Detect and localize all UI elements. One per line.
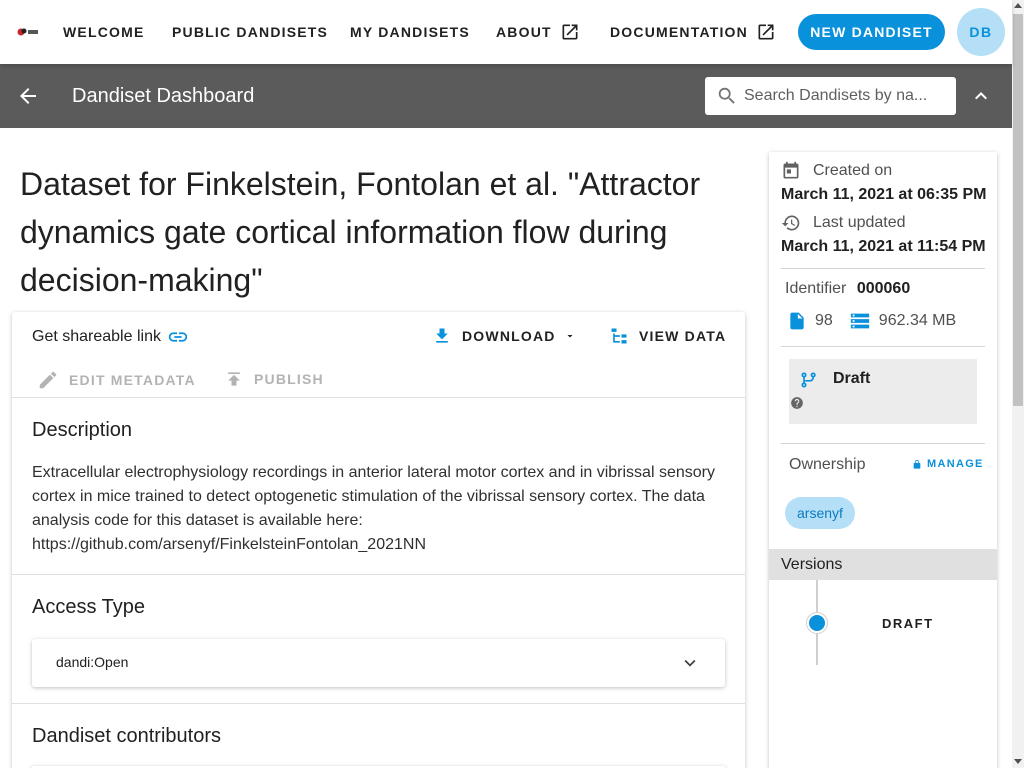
search-input[interactable] xyxy=(744,87,934,105)
nav-about[interactable]: ABOUT xyxy=(496,0,580,64)
updated-label: Last updated xyxy=(813,214,906,231)
nav-documentation[interactable]: DOCUMENTATION xyxy=(610,0,776,64)
top-app-bar: WELCOME PUBLIC DANDISETS MY DANDISETS AB… xyxy=(0,0,1012,64)
updated-row: Last updated xyxy=(781,213,906,233)
history-icon xyxy=(781,215,800,231)
nav-my-dandisets[interactable]: MY DANDISETS xyxy=(350,0,470,64)
version-state-box: Draft xyxy=(789,359,977,424)
contributors-heading: Dandiset contributors xyxy=(32,725,221,747)
access-type-panel[interactable]: dandi:Open xyxy=(32,639,725,687)
stats-row: 98 962.34 MB xyxy=(787,310,956,332)
nav-about-label: ABOUT xyxy=(496,24,552,40)
dandiset-main-card: Get shareable link DOWNLOAD VIEW DATA ED… xyxy=(12,312,745,768)
divider xyxy=(781,443,985,444)
file-icon xyxy=(790,312,804,330)
owner-chip[interactable]: arsenyf xyxy=(785,497,855,529)
created-label: Created on xyxy=(813,162,893,179)
page-scrollbar[interactable] xyxy=(1012,0,1024,768)
description-heading: Description xyxy=(32,419,133,441)
version-state-label: Draft xyxy=(833,370,871,387)
view-data-button[interactable]: VIEW DATA xyxy=(609,326,726,346)
nav-public-dandisets[interactable]: PUBLIC DANDISETS xyxy=(172,0,328,64)
arrow-back-icon[interactable] xyxy=(16,84,40,108)
edit-metadata-label: EDIT METADATA xyxy=(69,372,196,388)
created-date: March 11, 2021 at 06:35 PM xyxy=(781,186,987,203)
nav-documentation-label: DOCUMENTATION xyxy=(610,24,748,40)
publish-icon xyxy=(228,372,240,386)
scroll-down-arrow-icon[interactable] xyxy=(1014,759,1022,764)
ownership-label: Ownership xyxy=(789,456,866,473)
version-timeline-dot[interactable] xyxy=(807,613,827,633)
file-tree-icon xyxy=(611,328,627,344)
scroll-up-arrow-icon[interactable] xyxy=(1014,3,1022,8)
search-box[interactable] xyxy=(705,77,956,115)
help-circle-icon[interactable] xyxy=(790,396,804,410)
dandiset-meta-sidebar: Created on March 11, 2021 at 06:35 PM La… xyxy=(769,152,997,768)
download-icon xyxy=(436,328,448,343)
search-icon xyxy=(718,87,735,104)
edit-metadata-button[interactable]: EDIT METADATA xyxy=(37,369,196,391)
calendar-icon xyxy=(783,161,799,179)
manage-owners-button[interactable]: MANAGE xyxy=(912,458,984,470)
identifier-row: Identifier 000060 xyxy=(785,280,910,298)
new-dandiset-button[interactable]: NEW DANDISET xyxy=(798,14,945,50)
file-count: 98 xyxy=(815,312,833,329)
storage-icon xyxy=(850,313,869,329)
dashboard-title: Dandiset Dashboard xyxy=(72,85,255,107)
identifier-value: 000060 xyxy=(856,280,911,297)
divider xyxy=(12,574,745,575)
description-text: Extracellular electrophysiology recordin… xyxy=(32,464,715,553)
publish-button[interactable]: PUBLISH xyxy=(224,369,324,389)
divider xyxy=(781,268,985,269)
manage-label: MANAGE xyxy=(927,458,984,470)
pencil-icon xyxy=(39,371,57,389)
nav-welcome[interactable]: WELCOME xyxy=(63,0,145,64)
download-button[interactable]: DOWNLOAD xyxy=(432,326,576,346)
dandi-logo-icon[interactable] xyxy=(17,27,39,37)
shareable-link-button[interactable]: Get shareable link xyxy=(32,326,189,348)
shareable-link-label: Get shareable link xyxy=(32,328,161,345)
scrollbar-thumb[interactable] xyxy=(1013,14,1023,406)
divider xyxy=(12,703,745,704)
user-avatar[interactable]: DB xyxy=(957,8,1005,56)
source-branch-icon xyxy=(801,372,816,388)
divider xyxy=(781,346,985,347)
chevron-down-icon[interactable] xyxy=(679,652,701,674)
version-draft-button[interactable]: DRAFT xyxy=(882,616,934,631)
divider xyxy=(12,397,745,398)
lock-icon xyxy=(913,459,921,469)
external-link-icon xyxy=(562,24,578,40)
view-data-label: VIEW DATA xyxy=(639,328,727,344)
versions-header: Versions xyxy=(769,549,997,580)
dandiset-title: Dataset for Finkelstein, Fontolan et al.… xyxy=(20,166,701,298)
download-label: DOWNLOAD xyxy=(462,328,556,344)
chevron-up-icon[interactable] xyxy=(969,84,993,108)
created-row: Created on xyxy=(781,161,892,181)
external-link-icon xyxy=(758,24,774,40)
link-icon xyxy=(168,332,188,342)
identifier-label: Identifier xyxy=(785,280,847,297)
access-type-value: dandi:Open xyxy=(56,654,129,670)
caret-down-icon xyxy=(567,335,573,338)
dandiset-size: 962.34 MB xyxy=(878,312,957,329)
publish-label: PUBLISH xyxy=(254,371,324,387)
updated-date: March 11, 2021 at 11:54 PM xyxy=(781,238,986,255)
dashboard-toolbar: Dandiset Dashboard xyxy=(0,64,1012,128)
access-type-heading: Access Type xyxy=(32,596,146,618)
